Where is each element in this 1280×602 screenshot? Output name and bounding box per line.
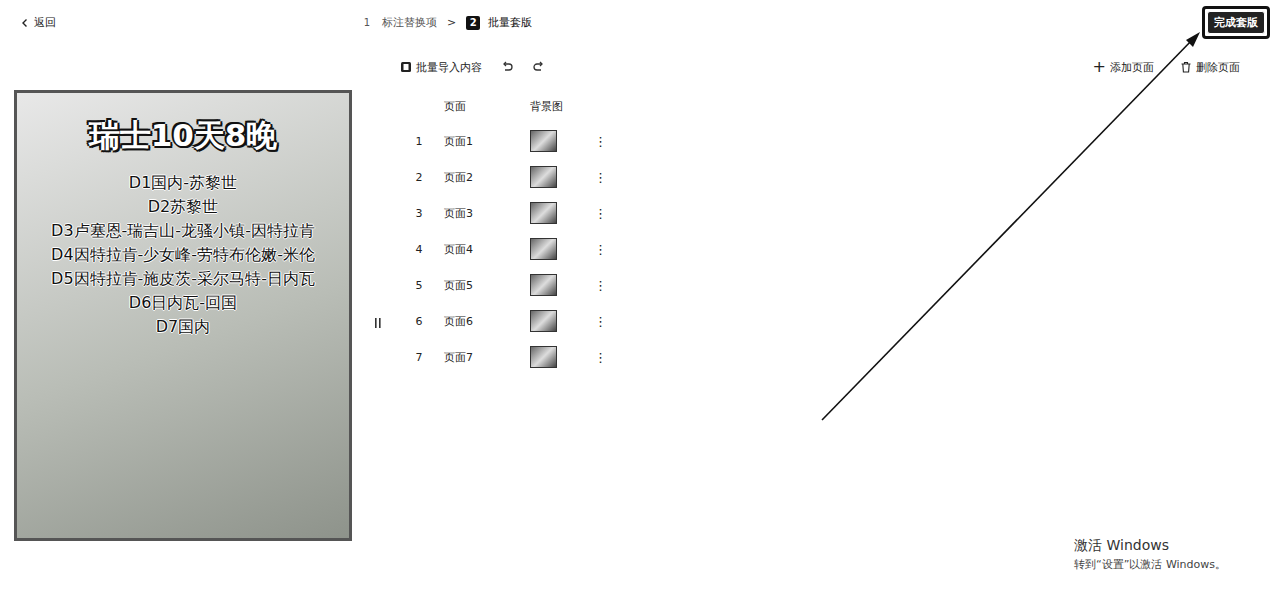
import-icon bbox=[400, 61, 412, 73]
page-name: 页面7 bbox=[438, 350, 530, 365]
background-thumbnail[interactable] bbox=[530, 346, 557, 368]
content-panel: 批量导入内容 +添加页面 删除页面页面背景图 1页面1 ⋮ 2页面2 ⋮ 3页面3 ⋮ 4页面4 ⋮… bbox=[400, 45, 1280, 602]
row-index: 2 bbox=[400, 171, 438, 184]
table-row[interactable]: 7页面7 ⋮ bbox=[400, 339, 1240, 375]
row-menu-button[interactable]: ⋮ bbox=[594, 350, 606, 365]
row-menu-button[interactable]: ⋮ bbox=[594, 134, 606, 149]
page-name: 页面6 bbox=[438, 314, 530, 329]
preview-line: D2苏黎世 bbox=[148, 195, 219, 219]
annotation-arrow-icon bbox=[0, 0, 1280, 602]
preview-line: D6日内瓦-回国 bbox=[129, 291, 237, 315]
row-index: 4 bbox=[400, 243, 438, 256]
finish-highlight: 完成套版 bbox=[1202, 6, 1270, 39]
row-index: 5 bbox=[400, 279, 438, 292]
preview-line: D7国内 bbox=[156, 315, 211, 339]
background-thumbnail[interactable] bbox=[530, 202, 557, 224]
drag-handle-icon bbox=[374, 317, 382, 329]
table-row[interactable]: 6页面6 ⋮ bbox=[400, 303, 1240, 339]
background-thumbnail[interactable] bbox=[530, 238, 557, 260]
plus-icon: + bbox=[1093, 60, 1106, 74]
column-header: 页面 bbox=[438, 99, 530, 114]
step[interactable]: 2批量套版 bbox=[466, 15, 532, 30]
row-index: 1 bbox=[400, 135, 438, 148]
row-index: 3 bbox=[400, 207, 438, 220]
page-name: 页面3 bbox=[438, 206, 530, 221]
background-thumbnail[interactable] bbox=[530, 274, 557, 296]
table-row[interactable]: 1页面1 ⋮ bbox=[400, 123, 1240, 159]
toolbar: 批量导入内容 +添加页面 删除页面 bbox=[400, 45, 1240, 89]
table-row[interactable]: 2页面2 ⋮ bbox=[400, 159, 1240, 195]
back-button[interactable]: 返回 bbox=[20, 15, 220, 30]
table-row[interactable]: 5页面5 ⋮ bbox=[400, 267, 1240, 303]
import-button[interactable]: 批量导入内容 bbox=[400, 60, 482, 75]
preview-line: D4因特拉肯-少女峰-劳特布伦嫩-米伦 bbox=[51, 243, 315, 267]
trash-icon bbox=[1180, 61, 1192, 73]
table-row[interactable]: 3页面3 ⋮ bbox=[400, 195, 1240, 231]
redo-icon[interactable] bbox=[532, 60, 546, 74]
background-thumbnail[interactable] bbox=[530, 310, 557, 332]
delete-page-button[interactable]: 删除页面 bbox=[1180, 60, 1240, 75]
column-header: 背景图 bbox=[530, 99, 594, 114]
preview-line: D5因特拉肯-施皮茨-采尔马特-日内瓦 bbox=[51, 267, 315, 291]
preview-panel: 瑞士10天8晚D1国内-苏黎世D2苏黎世D3卢塞恩-瑞吉山-龙骚小镇-因特拉肯D… bbox=[0, 45, 352, 602]
splitter[interactable] bbox=[352, 45, 400, 602]
finish-button[interactable]: 完成套版 bbox=[1207, 11, 1265, 34]
add-page-button[interactable]: +添加页面 bbox=[1093, 60, 1154, 75]
background-thumbnail[interactable] bbox=[530, 130, 557, 152]
row-menu-button[interactable]: ⋮ bbox=[594, 242, 606, 257]
page-name: 页面1 bbox=[438, 134, 530, 149]
page-name: 页面4 bbox=[438, 242, 530, 257]
page-name: 页面2 bbox=[438, 170, 530, 185]
table-row[interactable]: 4页面4 ⋮ bbox=[400, 231, 1240, 267]
row-menu-button[interactable]: ⋮ bbox=[594, 278, 606, 293]
row-menu-button[interactable]: ⋮ bbox=[594, 206, 606, 221]
step-number: 1 bbox=[360, 16, 374, 30]
steps: 1标注替换项 >2批量套版 bbox=[360, 15, 532, 30]
undo-icon[interactable] bbox=[500, 60, 514, 74]
page-preview: 瑞士10天8晚D1国内-苏黎世D2苏黎世D3卢塞恩-瑞吉山-龙骚小镇-因特拉肯D… bbox=[14, 90, 352, 541]
row-menu-button[interactable]: ⋮ bbox=[594, 170, 606, 185]
main: 瑞士10天8晚D1国内-苏黎世D2苏黎世D3卢塞恩-瑞吉山-龙骚小镇-因特拉肯D… bbox=[0, 45, 1280, 602]
table-header: 页面背景图 bbox=[400, 89, 1240, 123]
background-thumbnail[interactable] bbox=[530, 166, 557, 188]
step-separator: > bbox=[447, 16, 456, 29]
windows-watermark: 激活 Windows转到“设置”以激活 Windows。 bbox=[1074, 537, 1226, 572]
top-bar: 返回 1标注替换项 >2批量套版 完成套版 bbox=[0, 0, 1280, 45]
preview-title: 瑞士10天8晚 bbox=[89, 115, 278, 155]
row-index: 6 bbox=[400, 315, 438, 328]
preview-line: D1国内-苏黎世 bbox=[129, 171, 237, 195]
row-index: 7 bbox=[400, 351, 438, 364]
preview-line: D3卢塞恩-瑞吉山-龙骚小镇-因特拉肯 bbox=[51, 219, 315, 243]
chevron-left-icon bbox=[20, 18, 30, 28]
step-number: 2 bbox=[466, 16, 480, 30]
row-menu-button[interactable]: ⋮ bbox=[594, 314, 606, 329]
pages-table: 页面背景图 1页面1 ⋮ 2页面2 ⋮ 3页面3 ⋮ 4页面4 ⋮ 5页面5 ⋮ 6页面6 ⋮ 7页面7 ⋮ bbox=[400, 89, 1240, 375]
step[interactable]: 1标注替换项 bbox=[360, 15, 437, 30]
page-name: 页面5 bbox=[438, 278, 530, 293]
batch-layout-screen: 返回 1标注替换项 >2批量套版 完成套版瑞士10天8晚 D1国内-苏黎世D2苏黎世D3… bbox=[0, 0, 1280, 602]
